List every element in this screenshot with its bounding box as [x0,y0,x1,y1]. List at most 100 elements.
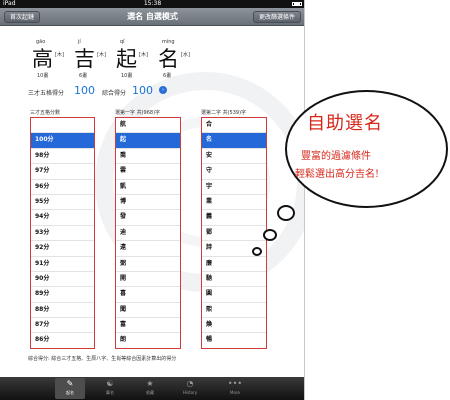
overall-score-label: 綜合得分 [102,90,127,97]
first-char-column-header: 選第一字 共(968)字 [115,110,161,116]
main-content: gāo 高 [木] 10畫 jí 吉 [木] 6畫 qǐ 起 [木] 10畫 m… [0,27,304,377]
tab-label: History [182,390,198,395]
tab-analyze[interactable]: ☯ 算名 [95,378,125,399]
name-char-1: gāo 高 [木] 10畫 [28,39,68,83]
bubble-dot [263,229,277,241]
clock-icon: ◔ [186,379,194,388]
tab-favorites[interactable]: ★ 收藏 [135,378,165,399]
stroke-count: 10畫 [121,73,133,79]
bubble-line-1: 豐富的過濾條件 [301,151,371,162]
overall-score-value: 100 [132,84,153,97]
name-icon: ✎ [66,379,74,388]
list-item[interactable]: 86分 [31,333,94,348]
battery-icon [292,2,302,6]
list-item[interactable]: 90分 [31,272,94,288]
tab-name[interactable]: ✎ 起名 [55,378,85,399]
list-item[interactable]: 93分 [31,226,94,242]
list-item[interactable]: 91分 [31,257,94,272]
tab-more[interactable]: ••• More [220,378,250,399]
char-glyph: 名 [158,47,179,71]
bubble-dot [277,205,295,221]
list-item[interactable]: 迪 [116,226,180,242]
list-item[interactable]: 暢 [202,333,266,348]
element-tag: [水] [181,52,190,58]
ipad-screen: iPad 15:38 首次起鏈 選名 自選模式 更改篩選條件 gāo 高 [木]… [0,0,305,400]
name-char-3: qǐ 起 [木] 10畫 [112,39,152,83]
list-item[interactable]: 95分 [31,195,94,211]
element-tag: [木] [139,52,148,58]
score-column-header: 三才五格分數 [30,110,61,116]
list-item[interactable] [31,118,94,134]
list-item[interactable]: 開 [116,272,180,288]
change-filter-button[interactable]: 更改篩選條件 [252,11,301,23]
list-item[interactable]: 廉 [202,257,266,272]
list-item[interactable]: 94分 [31,210,94,226]
list-item[interactable]: 朗 [116,333,180,348]
list-item[interactable]: 89分 [31,287,94,303]
list-item[interactable]: 航 [116,118,180,134]
tab-label: More [230,390,240,395]
first-char-picker[interactable]: 航 起 喬 雲 凱 博 發 迪 遠 弼 開 喜 聞 富 朗 [115,117,181,349]
list-item[interactable]: 92分 [31,241,94,257]
list-item[interactable]: 凱 [116,180,180,195]
bubble-line-2: 輕鬆選出高分吉名! [295,169,380,180]
list-item[interactable]: 98分 [31,149,94,165]
more-icon: ••• [227,379,243,388]
second-char-picker[interactable]: 合 名 安 守 宇 業 義 鄧 詩 廉 馳 圓 熙 煥 暢 [201,117,267,349]
list-item[interactable]: 弼 [116,257,180,272]
name-char-2: jí 吉 [木] 6畫 [70,39,110,83]
element-tag: [木] [55,52,64,58]
char-glyph: 起 [116,47,137,71]
tab-history[interactable]: ◔ History [175,378,205,399]
star-icon: ★ [146,379,154,388]
sancai-score-label: 三才五格得分 [28,90,65,97]
tab-bar: ✎ 起名 ☯ 算名 ★ 收藏 ◔ History ••• More [0,377,304,400]
list-item[interactable]: 88分 [31,303,94,319]
list-item[interactable]: 雲 [116,164,180,180]
thought-bubble: 自助選名 豐富的過濾條件 輕鬆選出高分吉名! [285,90,448,208]
list-item[interactable]: 馳 [202,272,266,288]
list-item[interactable]: 博 [116,195,180,211]
stroke-count: 6畫 [163,73,172,79]
name-char-4: míng 名 [水] 6畫 [154,39,194,83]
stroke-count: 10畫 [37,73,49,79]
score-picker[interactable]: 100分 98分 97分 96分 95分 94分 93分 92分 91分 90分… [30,117,95,349]
list-item[interactable]: 遠 [116,241,180,257]
element-tag: [木] [97,52,106,58]
tab-label: 算名 [106,390,114,395]
list-item[interactable]: 守 [202,164,266,180]
list-item[interactable]: 鄧 [202,226,266,242]
list-item[interactable]: 義 [202,210,266,226]
list-item[interactable]: 煥 [202,318,266,334]
bubble-dot [252,247,262,256]
list-item[interactable]: 熙 [202,303,266,319]
list-item[interactable]: 96分 [31,180,94,195]
list-item[interactable]: 合 [202,118,266,134]
clock: 15:38 [143,0,162,7]
list-item[interactable]: 87分 [31,318,94,334]
list-item[interactable]: 喬 [116,149,180,165]
yinyang-icon: ☯ [106,379,114,388]
score-footnote: 綜合得分: 綜合三才五格、生辰八字、生肖等綜合因素計算出的得分 [28,356,177,362]
list-item[interactable]: 富 [116,318,180,334]
list-item-selected[interactable]: 名 [202,133,266,149]
second-char-column-header: 選第二字 共(539)字 [201,110,247,116]
list-item-selected[interactable]: 起 [116,133,180,149]
list-item-selected[interactable]: 100分 [31,133,94,149]
info-icon[interactable]: › [159,86,167,94]
sancai-score-value: 100 [74,84,95,97]
stroke-count: 6畫 [79,73,88,79]
tab-label: 起名 [66,390,74,395]
list-item[interactable]: 宇 [202,180,266,195]
list-item[interactable]: 安 [202,149,266,165]
char-glyph: 吉 [74,47,95,71]
list-item[interactable]: 業 [202,195,266,211]
list-item[interactable]: 喜 [116,287,180,303]
list-item[interactable]: 圓 [202,287,266,303]
list-item[interactable]: 97分 [31,164,94,180]
list-item[interactable]: 聞 [116,303,180,319]
name-display: gāo 高 [木] 10畫 jí 吉 [木] 6畫 qǐ 起 [木] 10畫 m… [28,39,198,83]
tab-label: 收藏 [146,390,154,395]
navigation-bar: 首次起鏈 選名 自選模式 更改篩選條件 [0,8,304,26]
list-item[interactable]: 發 [116,210,180,226]
